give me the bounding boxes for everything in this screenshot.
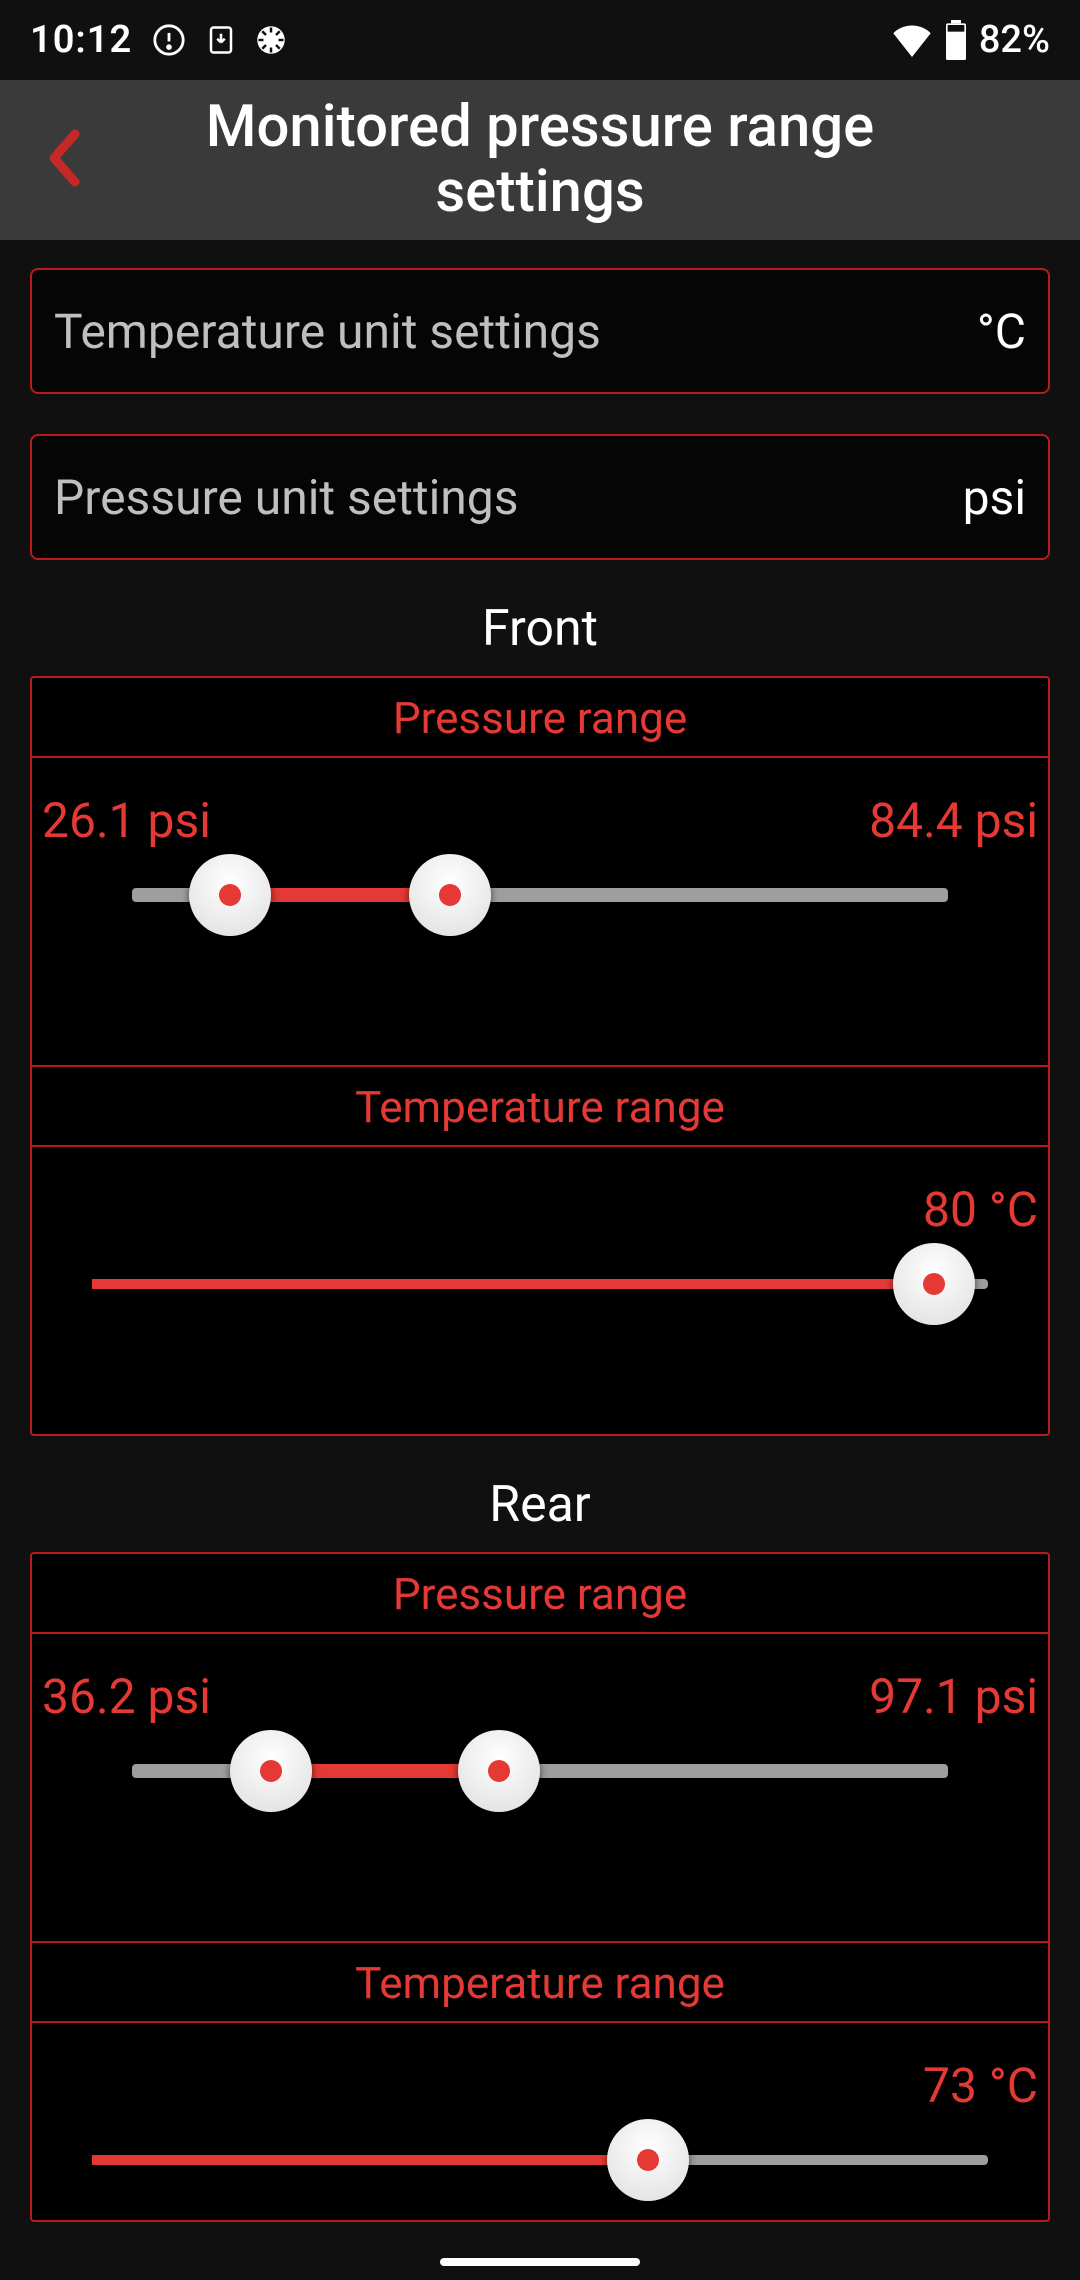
rear-section-title: Rear — [30, 1476, 1050, 1534]
pressure-unit-label: Pressure unit settings — [54, 469, 963, 526]
battery-icon — [943, 20, 969, 60]
wifi-icon — [891, 23, 933, 57]
rear-temperature-heading: Temperature range — [32, 1941, 1048, 2023]
front-temperature-slider[interactable] — [92, 1274, 988, 1294]
clock: 10:12 — [30, 18, 132, 62]
slider-track-active — [92, 1279, 934, 1289]
rear-temperature-body: 73 °C — [32, 2023, 1048, 2220]
rear-temperature-thumb[interactable] — [607, 2119, 689, 2201]
temperature-unit-label: Temperature unit settings — [54, 303, 977, 360]
front-pressure-min-thumb[interactable] — [189, 854, 271, 936]
alert-icon — [152, 23, 186, 57]
rear-pressure-slider[interactable] — [132, 1761, 948, 1781]
front-box: Pressure range 26.1 psi 84.4 psi Tempera… — [30, 676, 1050, 1436]
slider-track-active — [92, 2155, 648, 2165]
front-pressure-slider[interactable] — [132, 885, 948, 905]
front-pressure-max-thumb[interactable] — [409, 854, 491, 936]
front-section-title: Front — [30, 600, 1050, 658]
front-pressure-heading: Pressure range — [32, 678, 1048, 758]
back-button[interactable] — [40, 128, 86, 192]
pressure-unit-row[interactable]: Pressure unit settings psi — [30, 434, 1050, 560]
status-bar: 10:12 82% — [0, 0, 1080, 80]
rear-pressure-min-thumb[interactable] — [230, 1730, 312, 1812]
rear-pressure-max-label: 97.1 psi — [869, 1668, 1038, 1725]
front-temperature-body: 80 °C — [32, 1147, 1048, 1434]
temperature-unit-row[interactable]: Temperature unit settings °C — [30, 268, 1050, 394]
front-pressure-body: 26.1 psi 84.4 psi — [32, 758, 1048, 1065]
content: Temperature unit settings °C Pressure un… — [0, 240, 1080, 2222]
front-temperature-thumb[interactable] — [893, 1243, 975, 1325]
rear-box: Pressure range 36.2 psi 97.1 psi Tempera… — [30, 1552, 1050, 2222]
front-pressure-min-label: 26.1 psi — [42, 792, 211, 849]
download-icon — [206, 25, 236, 55]
rear-pressure-heading: Pressure range — [32, 1554, 1048, 1634]
rear-temperature-max-label: 73 °C — [923, 2057, 1038, 2114]
pressure-unit-value: psi — [963, 469, 1026, 526]
rear-temperature-slider[interactable] — [92, 2150, 988, 2170]
rear-pressure-body: 36.2 psi 97.1 psi — [32, 1634, 1048, 1941]
spinner-icon — [256, 25, 286, 55]
rear-pressure-max-thumb[interactable] — [458, 1730, 540, 1812]
rear-pressure-min-label: 36.2 psi — [42, 1668, 211, 1725]
front-pressure-max-label: 84.4 psi — [869, 792, 1038, 849]
temperature-unit-value: °C — [977, 303, 1026, 360]
front-temperature-heading: Temperature range — [32, 1065, 1048, 1147]
app-header: Monitored pressure range settings — [0, 80, 1080, 240]
battery-percent: 82% — [979, 18, 1050, 62]
home-indicator[interactable] — [440, 2258, 640, 2266]
front-temperature-max-label: 80 °C — [923, 1181, 1038, 1238]
page-title: Monitored pressure range settings — [0, 95, 1080, 225]
